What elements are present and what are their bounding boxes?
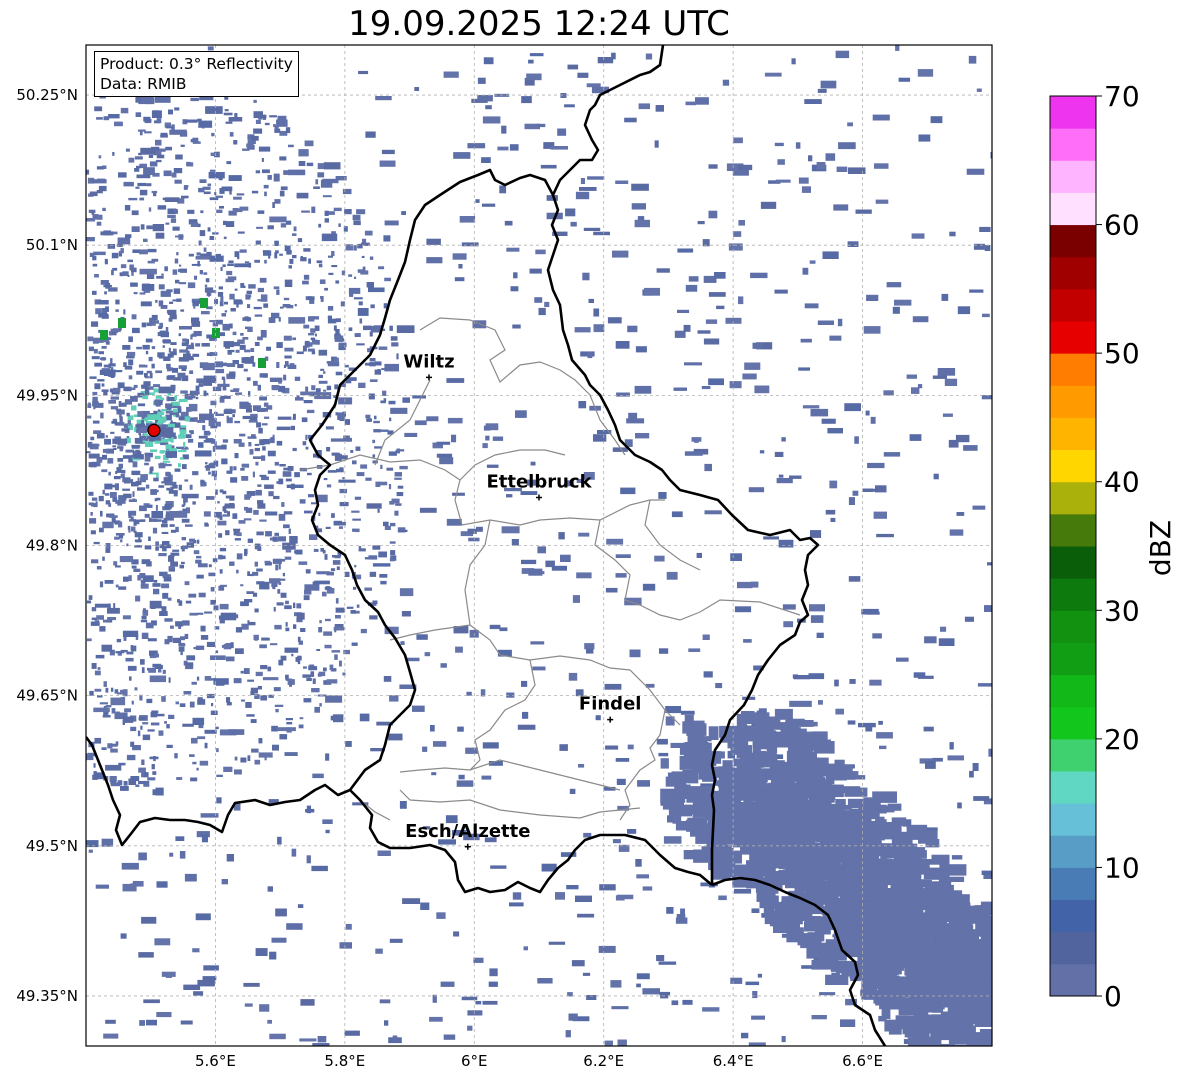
colorbar-swatch (1050, 513, 1096, 547)
product-text: Product: 0.3° Reflectivity (100, 55, 293, 73)
colorbar-swatch (1050, 321, 1096, 354)
colorbar-unit-label: dBZ (1144, 520, 1177, 576)
radar-map-figure: Wiltz Ettelbruck Findel Esch/Alzette 50.25°… (16, 44, 1177, 1070)
colorbar-tick-labels: 0 10 20 30 40 50 60 70 (1096, 80, 1140, 1013)
colorbar-tick-label: 40 (1104, 466, 1140, 499)
colorbar-swatch (1050, 771, 1096, 804)
colorbar-swatch (1050, 160, 1096, 193)
colorbar-swatch (1050, 481, 1096, 515)
colorbar-tick-label: 30 (1104, 594, 1140, 627)
colorbar-swatch (1050, 899, 1096, 933)
lat-tick-label: 49.35°N (16, 987, 78, 1005)
colorbar-swatch (1050, 706, 1096, 740)
colorbar-swatch (1050, 674, 1096, 708)
colorbar-swatch (1050, 803, 1096, 836)
colorbar-swatch (1050, 385, 1096, 418)
lat-tick-label: 49.8°N (26, 537, 78, 555)
lon-tick-label: 6.6°E (842, 1052, 883, 1070)
colorbar-tick-label: 10 (1104, 851, 1140, 884)
colorbar-swatch (1050, 963, 1096, 997)
lon-tick-label: 6.4°E (713, 1052, 754, 1070)
colorbar-swatch (1050, 642, 1096, 676)
product-info-box: Product: 0.3° Reflectivity Data: RMIB (94, 51, 299, 97)
colorbar-swatch (1050, 96, 1096, 129)
colorbar-swatch (1050, 192, 1096, 226)
colorbar-swatch (1050, 224, 1096, 258)
colorbar-swatch (1050, 931, 1096, 965)
colorbar-swatch (1050, 449, 1096, 483)
lon-tick-label: 6°E (461, 1052, 488, 1070)
colorbar-swatch (1050, 610, 1096, 643)
colorbar-swatches (1050, 96, 1096, 997)
city-label: Ettelbruck (486, 471, 592, 492)
lon-tick-label: 5.8°E (324, 1052, 365, 1070)
colorbar: 0 10 20 30 40 50 60 70 dBZ (1049, 80, 1177, 1013)
city-label: Esch/Alzette (405, 821, 530, 842)
lat-tick-label: 49.95°N (16, 386, 78, 404)
colorbar-swatch (1050, 128, 1096, 161)
lon-tick-label: 5.6°E (195, 1052, 236, 1070)
lon-tick-label: 6.2°E (583, 1052, 624, 1070)
city-label: Findel (579, 694, 642, 715)
lat-tick-label: 49.5°N (26, 837, 78, 855)
colorbar-tick-label: 0 (1104, 980, 1122, 1013)
colorbar-swatch (1050, 867, 1096, 901)
colorbar-swatch (1050, 288, 1096, 322)
colorbar-tick-label: 50 (1104, 337, 1140, 370)
lat-tick-label: 49.65°N (16, 687, 78, 705)
colorbar-swatch (1050, 256, 1096, 290)
colorbar-swatch (1050, 417, 1096, 451)
latitude-tick-labels: 50.25°N 50.1°N 49.95°N 49.8°N 49.65°N 49.5°N 4… (16, 86, 78, 1005)
data-source-text: Data: RMIB (100, 75, 187, 93)
colorbar-swatch (1050, 738, 1096, 772)
longitude-tick-labels: 5.6°E 5.8°E 6°E 6.2°E 6.4°E 6.6°E (195, 1052, 883, 1070)
colorbar-tick-label: 60 (1104, 209, 1140, 242)
colorbar-swatch (1050, 353, 1096, 386)
colorbar-swatch (1050, 546, 1096, 579)
colorbar-tick-label: 20 (1104, 723, 1140, 756)
lat-tick-label: 50.1°N (26, 236, 78, 254)
colorbar-swatch (1050, 578, 1096, 611)
radar-site-marker (147, 423, 161, 437)
colorbar-tick-label: 70 (1104, 80, 1140, 113)
map-plot-area: Wiltz Ettelbruck Findel Esch/Alzette (86, 45, 992, 1046)
lat-tick-label: 50.25°N (16, 86, 78, 104)
colorbar-swatch (1050, 835, 1096, 868)
city-label: Wiltz (403, 351, 454, 372)
